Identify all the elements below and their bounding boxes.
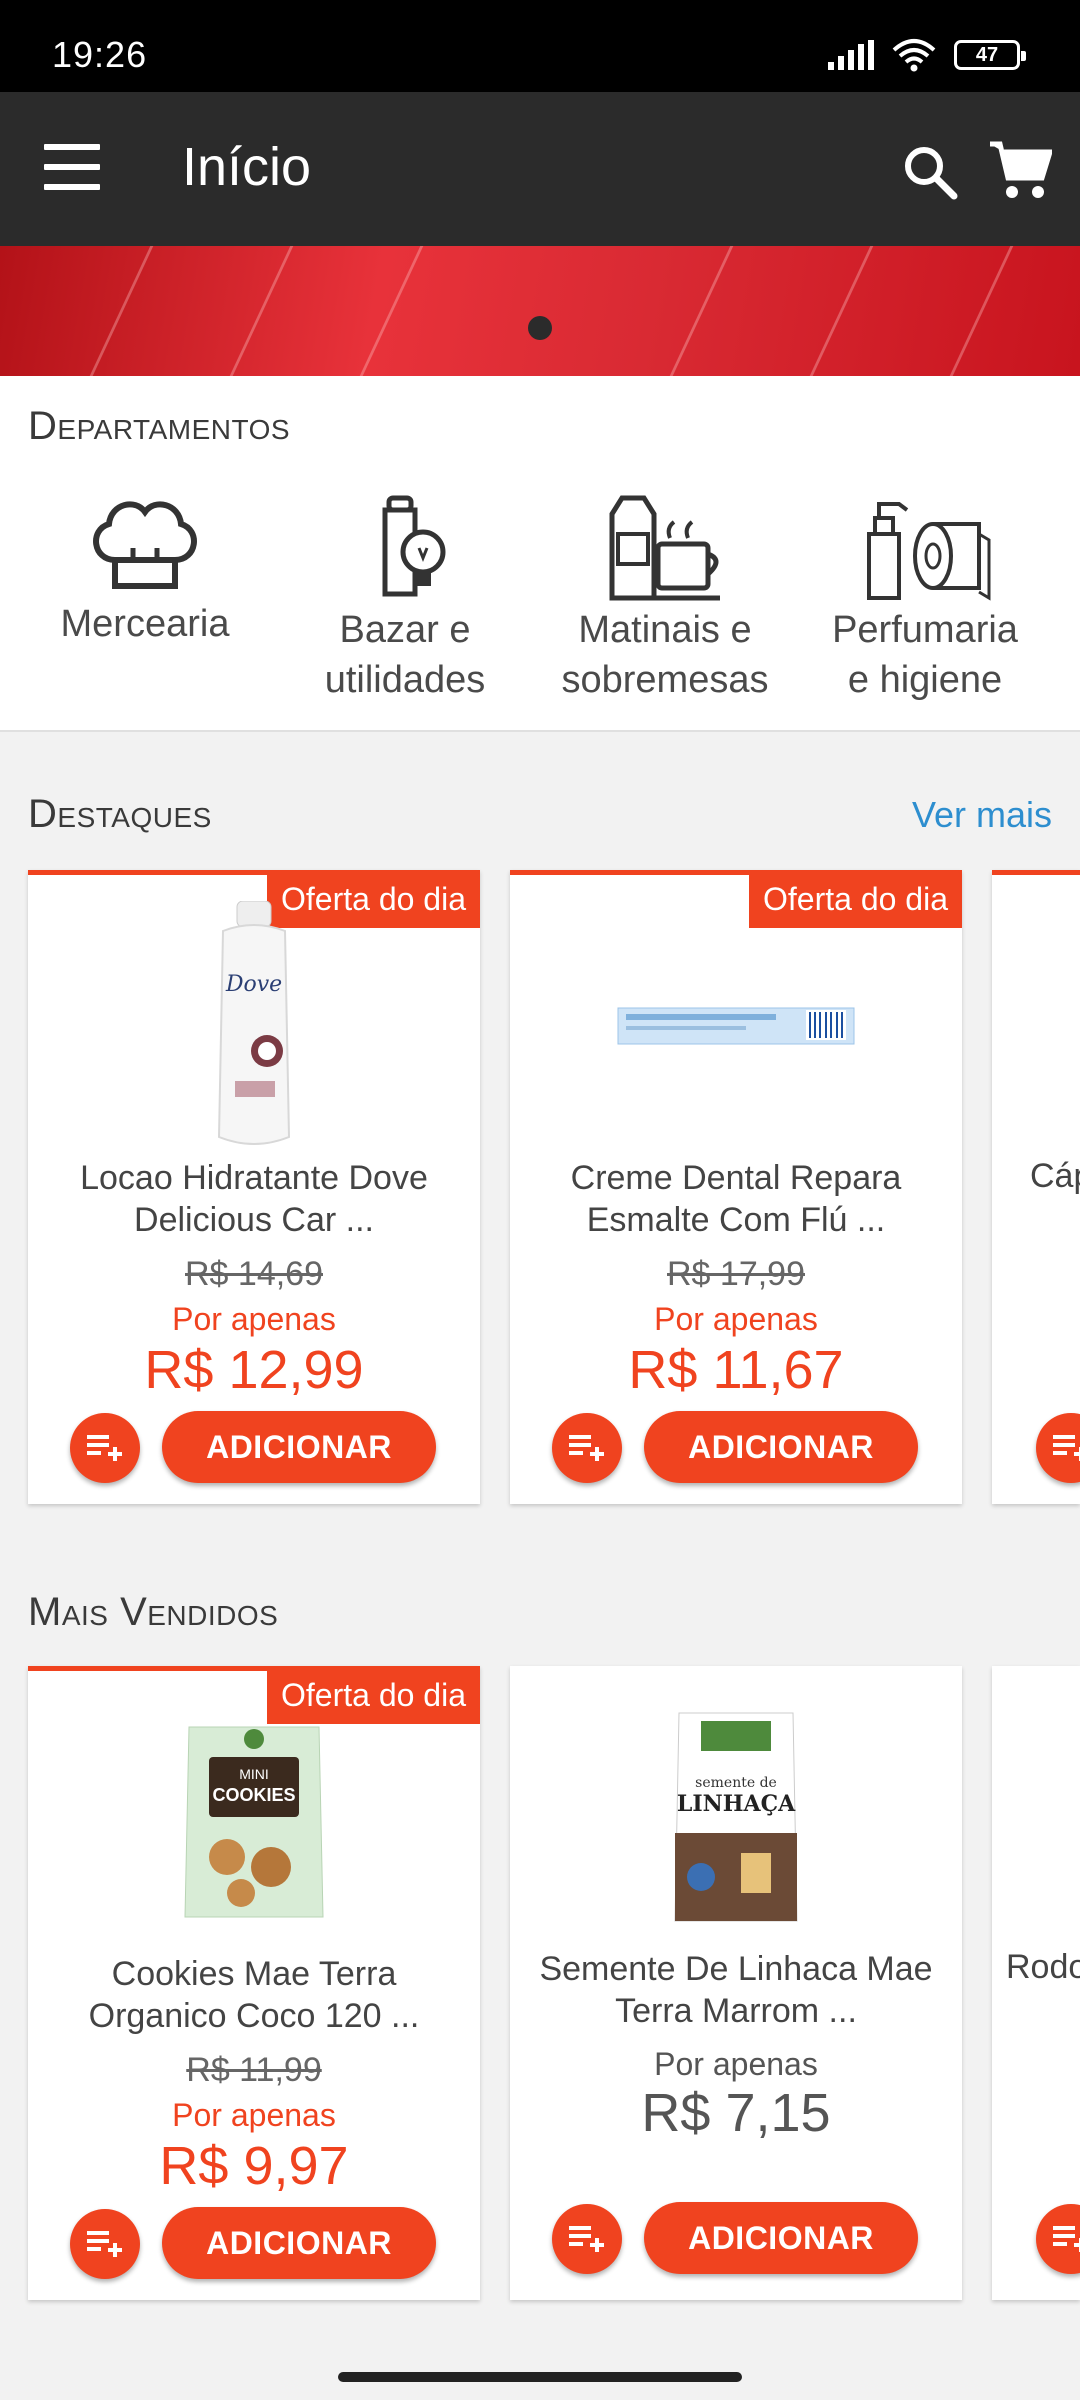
por-apenas-label: Por apenas — [172, 2097, 336, 2133]
department-label: Perfumaria — [832, 609, 1018, 651]
product-image: MINI COOKIES — [28, 1687, 480, 1957]
product-image — [510, 891, 962, 1161]
product-image: Dove — [28, 891, 480, 1161]
add-to-list-button[interactable] — [70, 1413, 140, 1483]
old-price: R$ 14,69 — [185, 1255, 323, 1293]
product-card[interactable]: semente de LINHAÇA Semente De Linhaca Ma… — [510, 1666, 962, 2300]
banner-pager-dot — [528, 316, 552, 340]
add-to-list-button[interactable] — [552, 1413, 622, 1483]
playlist-add-icon — [87, 2231, 122, 2257]
departments-title: Departamentos — [28, 404, 291, 448]
svg-text:semente de: semente de — [695, 1775, 777, 1791]
old-price: R$ 11,99 — [186, 2051, 322, 2089]
product-image: semente de LINHAÇA — [510, 1682, 962, 1952]
svg-text:Dove: Dove — [225, 972, 282, 997]
cart-icon[interactable] — [988, 140, 1052, 202]
battery-icon: 47 — [954, 40, 1026, 70]
product-card[interactable]: Oferta do dia MINI COOKIES Cookies Mae T… — [28, 1666, 480, 2300]
product-name-line2: Esmalte Com Flú ... — [586, 1201, 886, 1239]
see-more-link[interactable]: Ver mais — [912, 794, 1052, 836]
product-name: Semente De Linhaca Mae Terra Marrom ... — [530, 1948, 942, 2032]
svg-text:MINI: MINI — [239, 1766, 269, 1782]
breakfast-icon — [609, 495, 720, 601]
department-label-line2: utilidades — [324, 659, 486, 701]
bulb-flask-icon — [382, 495, 446, 597]
product-name-line2: Terra Marrom ... — [615, 1992, 857, 2030]
department-label-line2: e higiene — [847, 659, 1003, 701]
product-name: Cáp — [1030, 1157, 1080, 1195]
department-label: Matinais e — [578, 609, 752, 651]
product-name: Cookies Mae Terra Organico Coco 120 ... — [48, 1953, 460, 2037]
destaques-title: Destaques — [28, 792, 212, 836]
product-name: Locao Hidratante Dove Delicious Car ... — [48, 1157, 460, 1241]
department-matinais[interactable]: Matinais e sobremesas — [540, 494, 790, 704]
playlist-add-icon — [569, 1435, 604, 1461]
product-name-line1: Semente De Linhaca Mae — [539, 1950, 933, 1988]
playlist-add-icon — [1053, 2226, 1080, 2252]
old-price: R$ 17,99 — [667, 1255, 805, 1293]
product-card-partial[interactable]: Cáp — [992, 870, 1080, 1504]
add-to-cart-button[interactable]: ADICIONAR — [162, 2207, 436, 2279]
svg-text:COOKIES: COOKIES — [212, 1785, 295, 1805]
product-price: R$ 12,99 — [144, 1340, 364, 1400]
product-price: R$ 9,97 — [159, 2136, 349, 2196]
playlist-add-icon — [1053, 1435, 1080, 1461]
product-name-line2: Delicious Car ... — [134, 1201, 374, 1239]
product-name-line2: Organico Coco 120 ... — [88, 1997, 420, 2035]
product-card[interactable]: Oferta do dia Dove Locao Hidratante Dove… — [28, 870, 480, 1504]
department-mercearia[interactable]: Mercearia — [20, 494, 270, 648]
por-apenas-label: Por apenas — [172, 1301, 336, 1337]
departments-section: Departamentos Mercearia Bazar e utilidad… — [0, 376, 1080, 732]
playlist-add-icon — [569, 2226, 604, 2252]
product-card-partial[interactable]: Rodo — [992, 1666, 1080, 2300]
search-icon[interactable] — [900, 142, 960, 202]
spray-toilet-paper-icon — [867, 502, 991, 601]
status-time: 19:26 — [52, 34, 148, 75]
add-to-cart-button[interactable]: ADICIONAR — [644, 2202, 918, 2274]
department-perfumaria[interactable]: Perfumaria e higiene — [800, 494, 1050, 704]
status-bar: 19:26 47 — [0, 0, 1080, 92]
add-to-list-button[interactable] — [552, 2204, 622, 2274]
add-to-cart-button[interactable]: ADICIONAR — [162, 1411, 436, 1483]
gesture-nav-bar[interactable] — [338, 2372, 742, 2382]
department-label: Bazar e — [339, 609, 471, 651]
app-bar: Início — [0, 92, 1080, 246]
product-name-line1: Locao Hidratante Dove — [80, 1159, 428, 1197]
add-to-list-button[interactable] — [1036, 1413, 1080, 1483]
add-to-list-button[interactable] — [1036, 2204, 1080, 2274]
chef-hat-icon — [93, 501, 197, 589]
menu-icon[interactable] — [44, 144, 100, 190]
por-apenas-label: Por apenas — [654, 2046, 818, 2082]
product-name: Creme Dental Repara Esmalte Com Flú ... — [530, 1157, 942, 1241]
por-apenas-label: Por apenas — [654, 1301, 818, 1337]
wifi-icon — [892, 39, 936, 72]
department-label-line2: sobremesas — [561, 659, 769, 701]
product-name-line1: Creme Dental Repara — [570, 1159, 902, 1197]
product-name: Rodo — [1006, 1948, 1080, 1986]
signal-icon — [828, 40, 874, 70]
promo-banner[interactable] — [0, 246, 1080, 376]
mais-vendidos-title: Mais Vendidos — [28, 1590, 279, 1634]
page-title: Início — [182, 137, 312, 197]
department-label: Mercearia — [60, 603, 230, 645]
add-to-list-button[interactable] — [70, 2209, 140, 2279]
add-to-cart-button[interactable]: ADICIONAR — [644, 1411, 918, 1483]
playlist-add-icon — [87, 1435, 122, 1461]
department-bazar[interactable]: Bazar e utilidades — [280, 494, 530, 704]
status-icons: 47 — [828, 38, 1026, 72]
svg-text:LINHAÇA: LINHAÇA — [677, 1791, 796, 1817]
product-card[interactable]: Oferta do dia Creme Dental Repara Esmalt… — [510, 870, 962, 1504]
product-price: R$ 11,67 — [628, 1340, 844, 1400]
product-price: R$ 7,15 — [641, 2083, 831, 2143]
product-name-line1: Cookies Mae Terra — [111, 1955, 397, 1993]
